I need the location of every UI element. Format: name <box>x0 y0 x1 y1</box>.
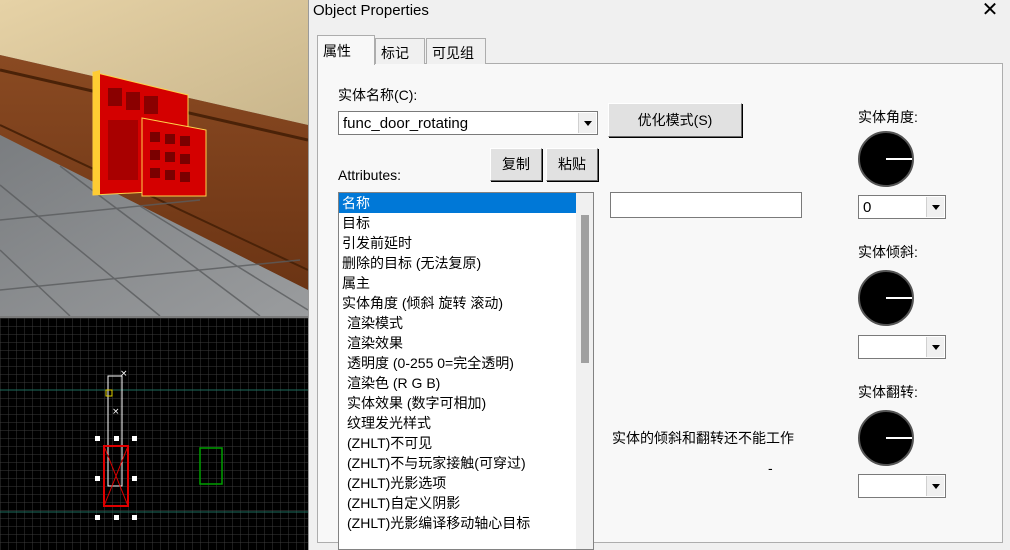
attribute-list-item[interactable]: 透明度 (0-255 0=完全透明) <box>339 353 593 373</box>
attribute-list-item[interactable]: 实体角度 (倾斜 旋转 滚动) <box>339 293 593 313</box>
3d-viewport[interactable] <box>0 0 308 316</box>
attribute-list-item[interactable]: 名称 <box>339 193 577 213</box>
entity-class-combo[interactable]: func_door_rotating <box>338 111 598 135</box>
attribute-list-item[interactable]: 引发前延时 <box>339 233 593 253</box>
attribute-list-item[interactable]: 纹理发光样式 <box>339 413 593 433</box>
chevron-down-icon[interactable] <box>926 337 944 357</box>
attributes-scrollbar[interactable] <box>576 193 593 549</box>
2d-grid-viewport[interactable]: × × <box>0 318 308 550</box>
angle-value: 0 <box>863 199 872 216</box>
close-icon[interactable]: ✕ <box>976 0 1004 23</box>
chevron-down-icon[interactable] <box>578 113 596 133</box>
paste-button[interactable]: 粘贴 <box>546 148 598 181</box>
attribute-list-item[interactable]: 实体效果 (数字可相加) <box>339 393 593 413</box>
roll-label: 实体翻转: <box>858 384 918 400</box>
help-text: 实体的倾斜和翻转还不能工作 <box>612 430 794 446</box>
attributes-label: Attributes: <box>338 167 402 183</box>
attribute-list-item[interactable]: (ZHLT)不可见 <box>339 433 593 453</box>
attribute-list-item[interactable]: 渲染模式 <box>339 313 593 333</box>
attribute-list-item[interactable]: 属主 <box>339 273 593 293</box>
tab-flags[interactable]: 标记 <box>375 38 425 64</box>
pitch-combo[interactable] <box>858 335 946 359</box>
attribute-list-item[interactable]: (ZHLT)光影编译移动轴心目标 <box>339 513 593 533</box>
roll-combo[interactable] <box>858 474 946 498</box>
chevron-down-icon[interactable] <box>926 476 944 496</box>
roll-dial[interactable] <box>858 410 914 466</box>
scrollbar-thumb[interactable] <box>581 215 589 363</box>
pitch-label: 实体倾斜: <box>858 244 918 260</box>
svg-text:×: × <box>120 369 128 379</box>
dash-text: - <box>768 460 773 476</box>
value-input[interactable] <box>610 192 802 218</box>
copy-button[interactable]: 复制 <box>490 148 542 181</box>
attribute-list-item[interactable]: 渲染色 (R G B) <box>339 373 593 393</box>
pitch-dial[interactable] <box>858 270 914 326</box>
attributes-list[interactable]: 名称 目标 引发前延时 删除的目标 (无法复原) 属主 实体角度 (倾斜 旋转 滚动) 渲染… <box>338 192 594 550</box>
3d-scene <box>0 0 308 316</box>
attribute-list-item[interactable]: (ZHLT)光影选项 <box>339 473 593 493</box>
attribute-list-item[interactable]: 渲染效果 <box>339 333 593 353</box>
smart-edit-button[interactable]: 优化模式(S) <box>608 103 742 137</box>
attributes-items: 名称 目标 引发前延时 删除的目标 (无法复原) 属主 实体角度 (倾斜 旋转 滚动) 渲染… <box>339 193 593 533</box>
tab-properties[interactable]: 属性 <box>317 35 375 65</box>
angle-combo[interactable]: 0 <box>858 195 946 219</box>
attribute-list-item[interactable]: (ZHLT)自定义阴影 <box>339 493 593 513</box>
dialog-title: Object Properties <box>313 2 429 19</box>
attribute-list-item[interactable]: 删除的目标 (无法复原) <box>339 253 593 273</box>
entity-class-value: func_door_rotating <box>343 115 469 132</box>
chevron-down-icon[interactable] <box>926 197 944 217</box>
angle-dial[interactable] <box>858 131 914 187</box>
angle-label: 实体角度: <box>858 109 918 125</box>
attribute-list-item[interactable]: (ZHLT)不与玩家接触(可穿过) <box>339 453 593 473</box>
tab-visgroups[interactable]: 可见组 <box>426 38 486 64</box>
attribute-list-item[interactable]: 目标 <box>339 213 593 233</box>
entity-name-label: 实体名称(C): <box>338 87 418 103</box>
grid-view: × × <box>0 318 308 550</box>
svg-text:×: × <box>112 407 120 417</box>
